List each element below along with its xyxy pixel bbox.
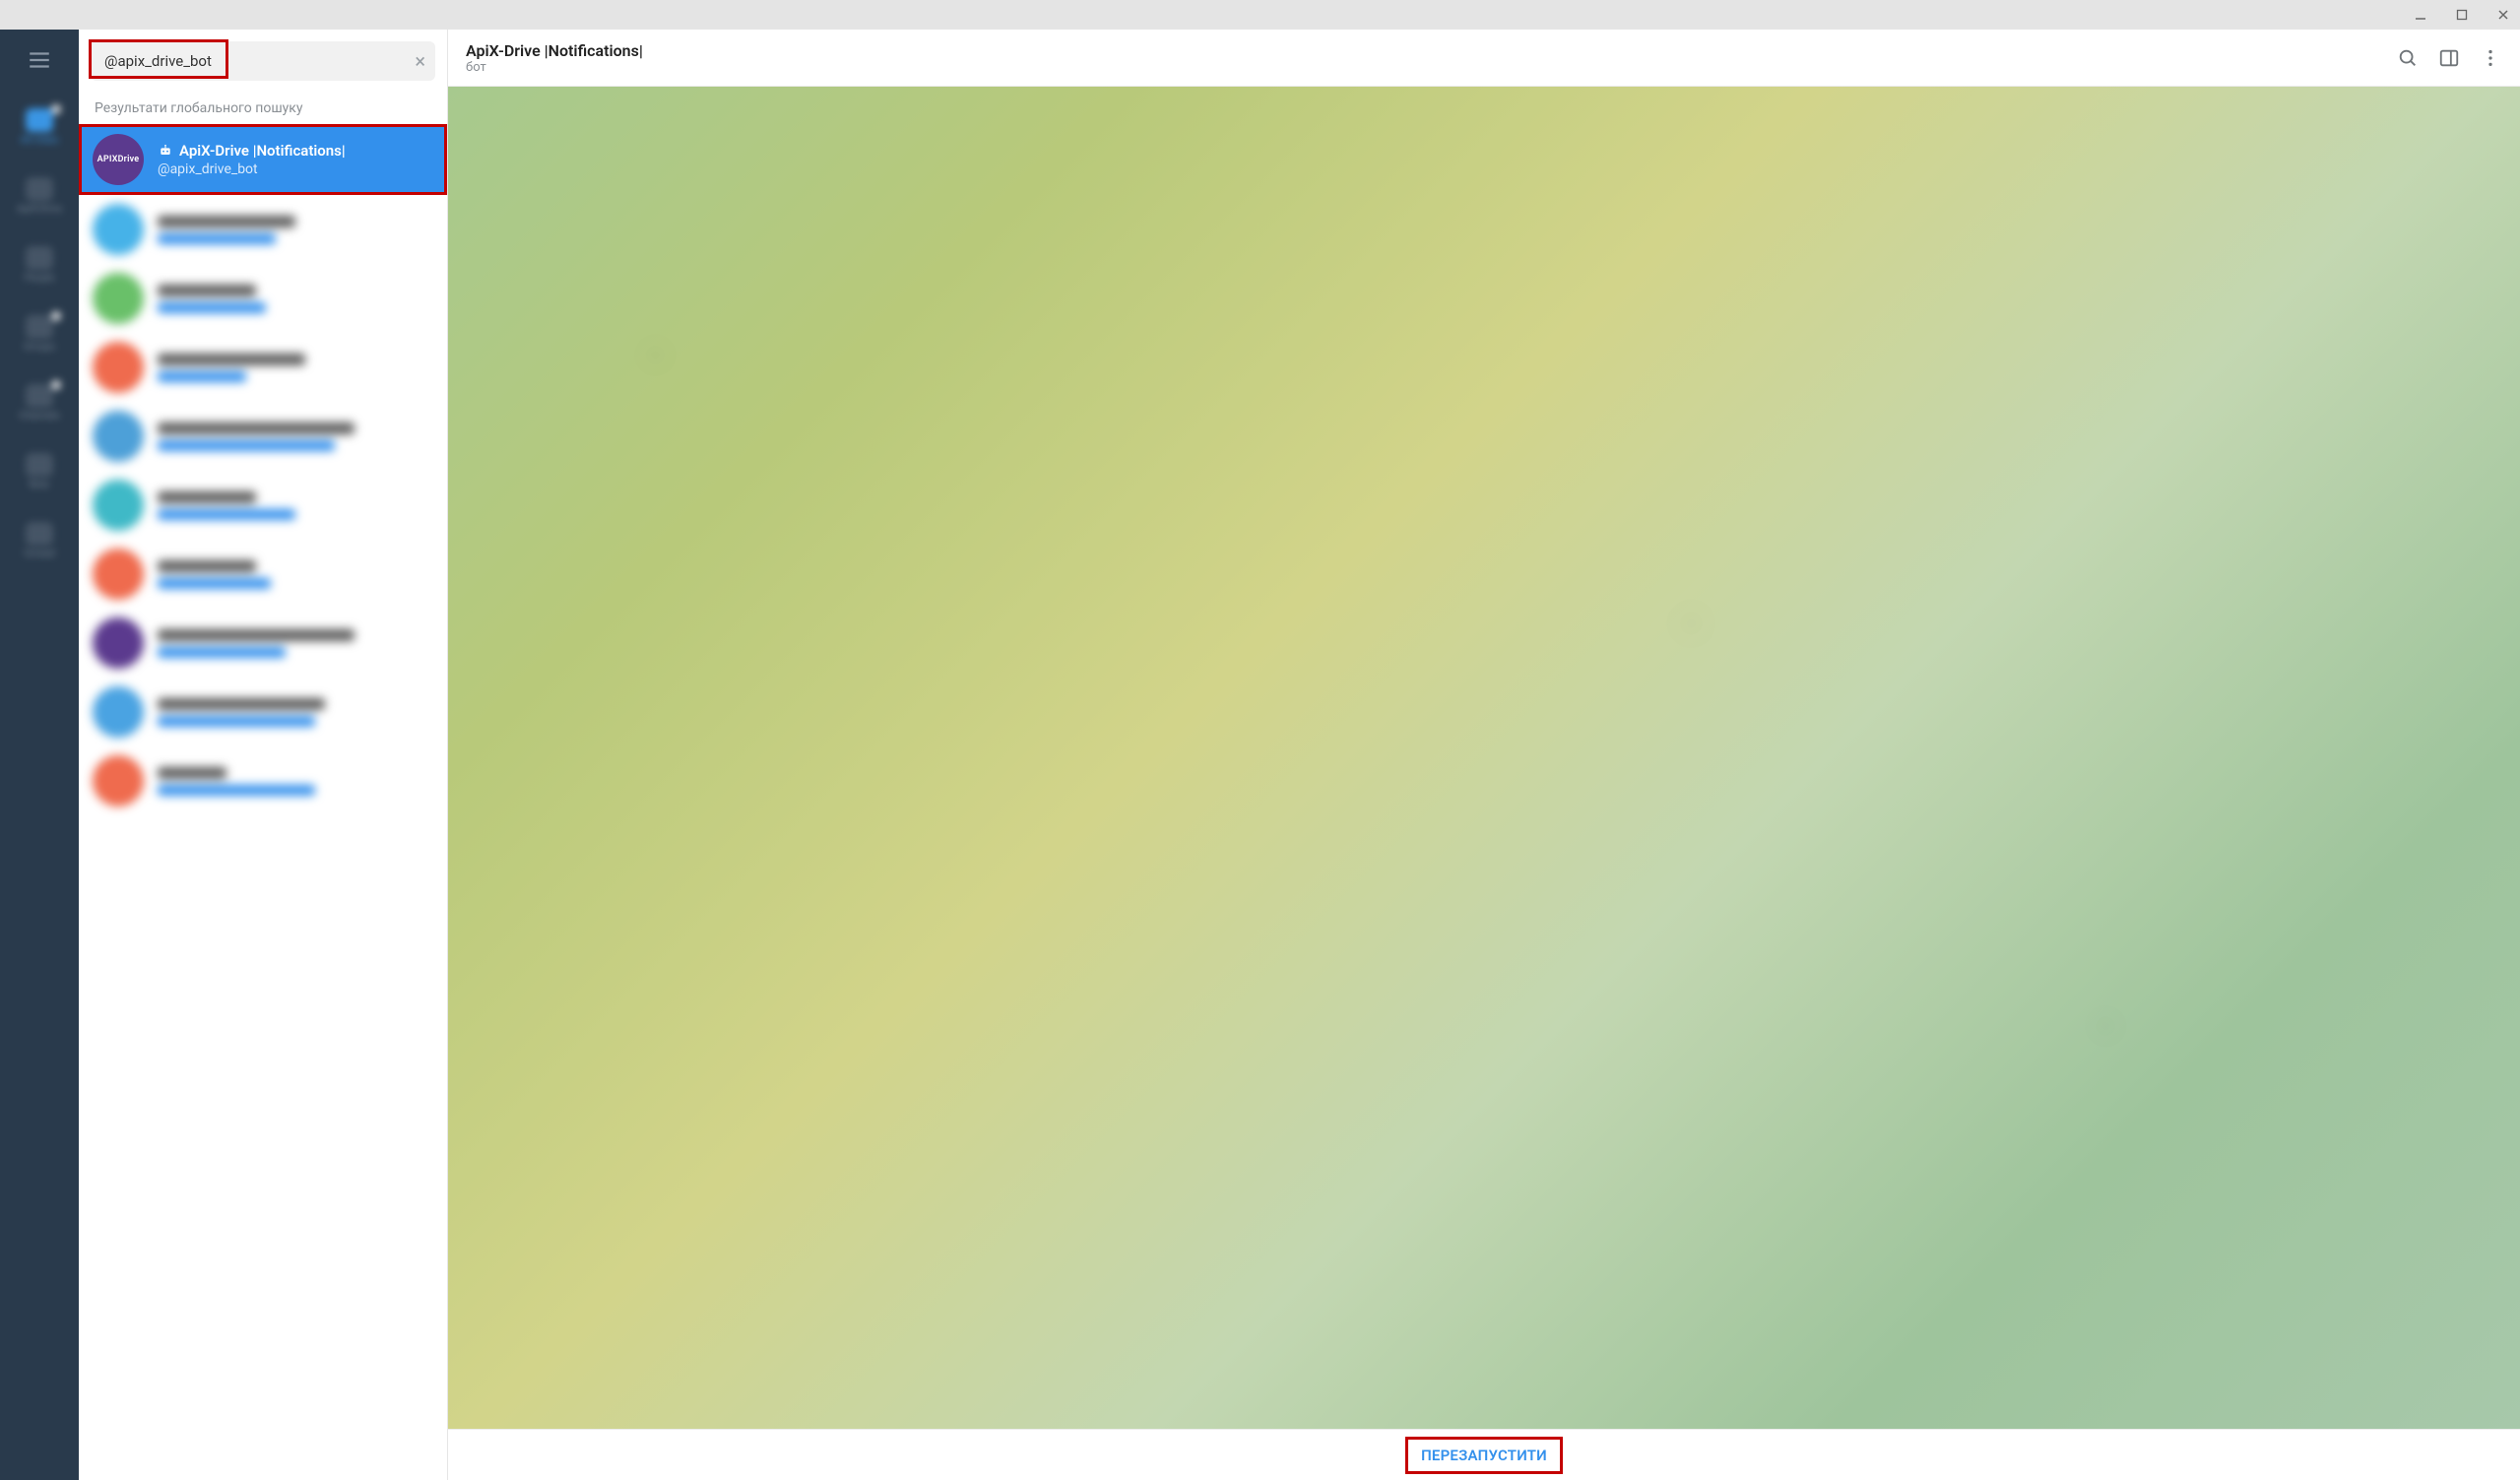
- window-titlebar: [0, 0, 2520, 30]
- nav-label: Groups: [24, 342, 55, 353]
- more-icon[interactable]: [2479, 46, 2502, 70]
- clear-search-icon[interactable]: ×: [415, 51, 425, 71]
- nav-label: People: [25, 273, 55, 284]
- list-item[interactable]: [79, 540, 447, 609]
- chat-background: [448, 87, 2520, 1429]
- global-results-label: Результати глобального пошуку: [79, 93, 447, 124]
- list-item[interactable]: [79, 746, 447, 815]
- result-title: ApiX-Drive |Notifications|: [179, 142, 346, 160]
- result-username: @apix_drive_bot: [158, 161, 346, 177]
- restart-button[interactable]: ПЕРЕЗАПУСТИТИ: [1403, 1439, 1565, 1472]
- window-maximize-icon[interactable]: [2453, 6, 2471, 24]
- search-box[interactable]: ×: [91, 41, 435, 81]
- list-item[interactable]: [79, 195, 447, 264]
- list-item[interactable]: [79, 471, 447, 540]
- bot-icon: [158, 143, 173, 159]
- chat-view: ApiX-Drive |Notifications| бот ПЕРЕЗАПУС…: [448, 30, 2520, 1480]
- search-result-selected[interactable]: APIXDrive ApiX-Drive |Notifications| @ap…: [79, 124, 447, 195]
- menu-icon[interactable]: [27, 47, 52, 77]
- chat-footer: ПЕРЕЗАПУСТИТИ: [448, 1429, 2520, 1480]
- nav-item-channels[interactable]: Channels: [0, 384, 79, 421]
- nav-item-groups[interactable]: Groups: [0, 315, 79, 353]
- avatar: APIXDrive: [93, 134, 144, 185]
- nav-item-people[interactable]: People: [0, 246, 79, 284]
- chat-subtitle: бот: [466, 60, 643, 75]
- sidepanel-icon[interactable]: [2437, 46, 2461, 70]
- nav-label: All chats: [21, 135, 58, 146]
- window-close-icon[interactable]: [2494, 6, 2512, 24]
- chat-header[interactable]: ApiX-Drive |Notifications| бот: [448, 30, 2520, 87]
- nav-item-folder-1[interactable]: ApiX-Drive: [0, 177, 79, 215]
- list-item[interactable]: [79, 402, 447, 471]
- search-input[interactable]: [104, 52, 396, 70]
- nav-item-all-chats[interactable]: All chats: [0, 108, 79, 146]
- nav-item-unread[interactable]: Unread: [0, 522, 79, 559]
- window-minimize-icon[interactable]: [2412, 6, 2429, 24]
- nav-label: Unread: [24, 548, 55, 559]
- search-icon[interactable]: [2396, 46, 2420, 70]
- chat-title: ApiX-Drive |Notifications|: [466, 41, 643, 60]
- nav-label: ApiX-Drive: [17, 204, 62, 215]
- list-item[interactable]: [79, 264, 447, 333]
- list-item[interactable]: [79, 609, 447, 677]
- nav-label: Channels: [19, 411, 59, 421]
- list-item[interactable]: [79, 677, 447, 746]
- nav-item-bots[interactable]: Bots: [0, 453, 79, 490]
- nav-label: Bots: [30, 480, 49, 490]
- blurred-results: [79, 195, 447, 1480]
- nav-rail: All chats ApiX-Drive People Groups Chann…: [0, 30, 79, 1480]
- chat-list-panel: × Результати глобального пошуку APIXDriv…: [79, 30, 448, 1480]
- list-item[interactable]: [79, 333, 447, 402]
